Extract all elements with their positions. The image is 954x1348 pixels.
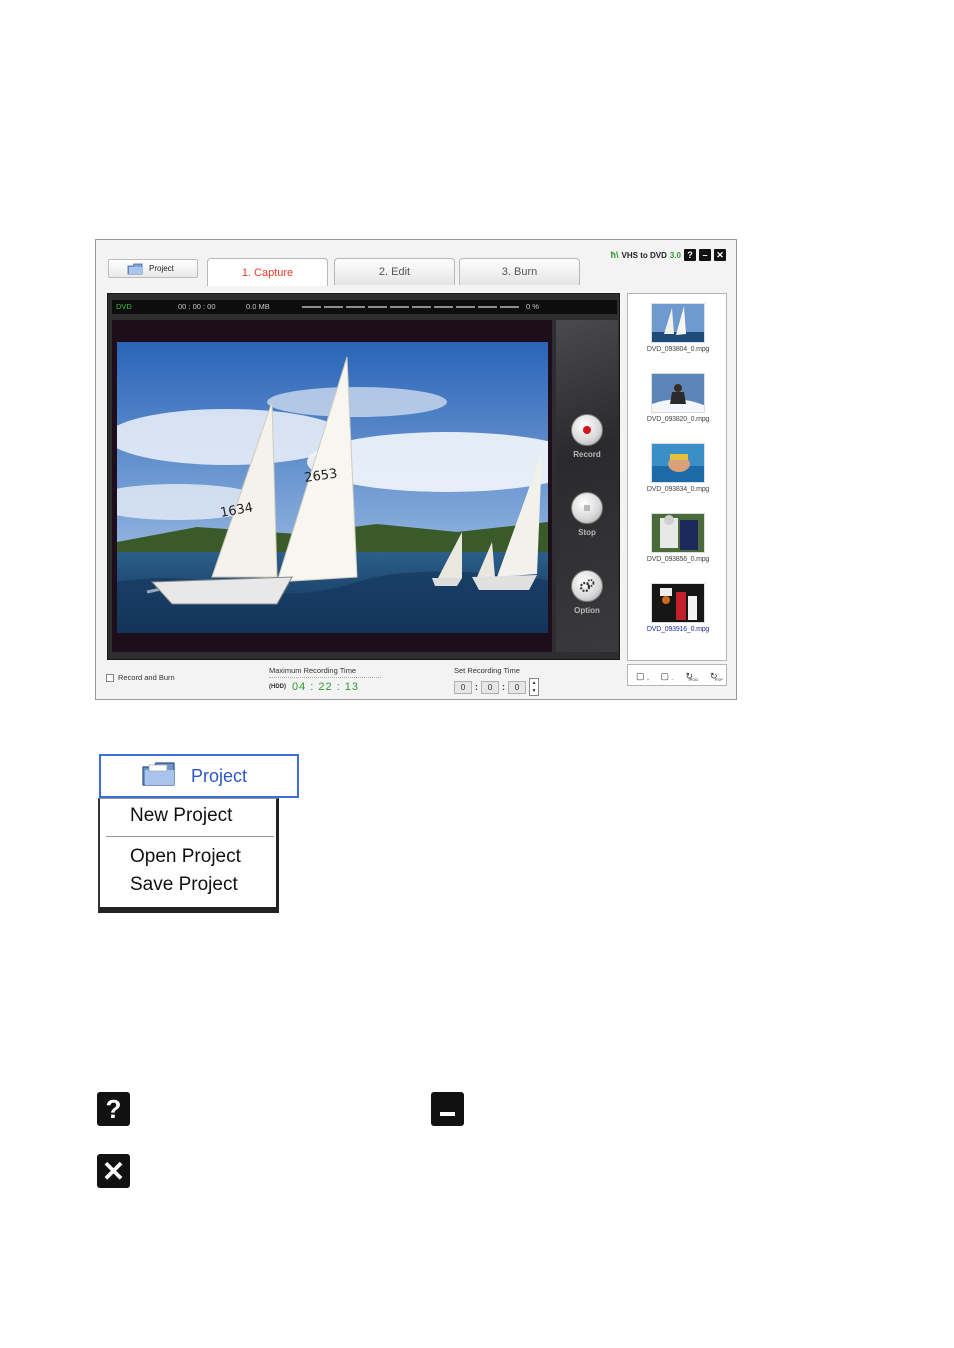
close-icon[interactable]: ✕ <box>714 249 726 261</box>
minimize-icon <box>431 1092 464 1126</box>
brand-logo-icon: ħ\ <box>610 250 619 260</box>
stop-label: Stop <box>578 528 596 537</box>
capture-bottom-bar: Record and Burn Maximum Recording Time (… <box>104 664 624 696</box>
tab-edit[interactable]: 2. Edit <box>334 258 455 285</box>
thumbnail-skiing <box>651 373 705 413</box>
tab-burn[interactable]: 3. Burn <box>459 258 580 285</box>
vhs-to-dvd-window: Project 1. Capture 2. Edit 3. Burn ħ\ VH… <box>95 239 737 700</box>
time-separator: : <box>502 682 505 692</box>
status-percent: 0 % <box>526 302 539 311</box>
gear-icon <box>571 570 603 602</box>
menu-item-open-project[interactable]: Open Project <box>130 846 241 868</box>
max-recording-time-value: 04 : 22 : 13 <box>292 681 360 693</box>
stop-button[interactable]: Stop <box>568 492 606 537</box>
menu-divider <box>106 836 274 837</box>
status-elapsed-time: 00 : 00 : 00 <box>178 302 216 311</box>
capture-controls: Record Stop Option <box>556 320 618 652</box>
folder-icon <box>141 761 177 792</box>
record-and-burn-label: Record and Burn <box>118 673 175 682</box>
close-icon: ✕ <box>97 1154 130 1188</box>
capture-progress-bar <box>302 306 522 308</box>
status-format: DVD <box>116 302 132 311</box>
thumbnail-football <box>651 513 705 553</box>
app-brand: ħ\ VHS to DVD 3.0 ? – ✕ <box>611 248 726 262</box>
option-label: Option <box>574 606 600 615</box>
convert-psp-icon[interactable]: ↻ PSP <box>705 668 723 682</box>
thumbnail-swimming <box>651 443 705 483</box>
stop-icon <box>571 492 603 524</box>
drive-label: (HDD) <box>269 684 286 690</box>
project-menu-button[interactable]: Project <box>99 754 299 798</box>
set-seconds-field[interactable]: 0 <box>508 680 526 694</box>
checkbox-box[interactable] <box>106 673 114 682</box>
file-name: DVD_093916_0.mpg <box>646 626 710 633</box>
minimize-icon[interactable]: – <box>699 249 711 261</box>
list-item[interactable]: DVD_093820_0.mpg <box>637 373 719 423</box>
set-recording-time-label: Set Recording Time <box>454 666 520 675</box>
max-recording-time: Maximum Recording Time (HDD) 04 : 22 : 1… <box>269 666 381 693</box>
project-button-label: Project <box>149 264 174 273</box>
list-item[interactable]: DVD_093916_0.mpg <box>637 583 719 633</box>
record-icon <box>571 414 603 446</box>
file-name: DVD_093820_0.mpg <box>646 416 710 423</box>
list-item[interactable]: DVD_093834_0.mpg <box>637 443 719 493</box>
thumbnail-sailing <box>651 303 705 343</box>
folder-icon <box>127 263 144 275</box>
file-name: DVD_093834_0.mpg <box>646 486 710 493</box>
time-spinner[interactable]: ▲ ▼ <box>529 678 539 696</box>
remove-file-icon[interactable]: ▢ − <box>656 668 673 682</box>
brand-version: 3.0 <box>669 250 681 260</box>
project-dropdown-menu: New Project Open Project Save Project <box>98 798 279 913</box>
list-item[interactable]: DVD_093804_0.mpg <box>637 303 719 353</box>
option-button[interactable]: Option <box>568 570 606 615</box>
capture-panel: DVD 00 : 00 : 00 0.0 MB 0 % 1634 2653 Re… <box>107 293 620 660</box>
record-button[interactable]: Record <box>568 414 606 459</box>
file-name: DVD_093804_0.mpg <box>646 346 710 353</box>
brand-name: VHS to DVD <box>621 250 667 260</box>
project-menu-label: Project <box>191 765 248 786</box>
capture-status-bar: DVD 00 : 00 : 00 0.0 MB 0 % <box>112 300 617 314</box>
spin-down-icon[interactable]: ▼ <box>532 688 537 694</box>
convert-ipod-icon[interactable]: ↻ IPOD <box>680 668 698 682</box>
spin-up-icon[interactable]: ▲ <box>532 680 537 686</box>
help-icon[interactable]: ? <box>684 249 696 261</box>
tab-capture[interactable]: 1. Capture <box>207 258 328 286</box>
record-label: Record <box>573 450 601 459</box>
captured-file-list: DVD_093804_0.mpg DVD_093820_0.mpg DVD_09… <box>627 293 727 661</box>
file-list-toolbar: ▢ + ▢ − ↻ IPOD ↻ PSP <box>627 664 727 686</box>
file-name: DVD_093856_0.mpg <box>646 556 710 563</box>
record-and-burn-checkbox[interactable]: Record and Burn <box>106 673 175 682</box>
list-item[interactable]: DVD_093856_0.mpg <box>637 513 719 563</box>
thumbnail-basketball <box>651 583 705 623</box>
help-icon: ? <box>97 1092 130 1126</box>
max-recording-time-label: Maximum Recording Time <box>269 666 381 678</box>
video-preview: 1634 2653 <box>117 342 548 633</box>
time-separator: : <box>475 682 478 692</box>
project-button[interactable]: Project <box>108 259 198 278</box>
add-file-icon[interactable]: ▢ + <box>631 668 649 682</box>
menu-item-save-project[interactable]: Save Project <box>130 874 238 896</box>
menu-item-new-project[interactable]: New Project <box>130 805 232 827</box>
set-minutes-field[interactable]: 0 <box>481 680 499 694</box>
set-recording-time: Set Recording Time 0 : 0 : 0 ▲ ▼ <box>454 666 539 696</box>
set-hours-field[interactable]: 0 <box>454 680 472 694</box>
status-size: 0.0 MB <box>246 302 270 311</box>
